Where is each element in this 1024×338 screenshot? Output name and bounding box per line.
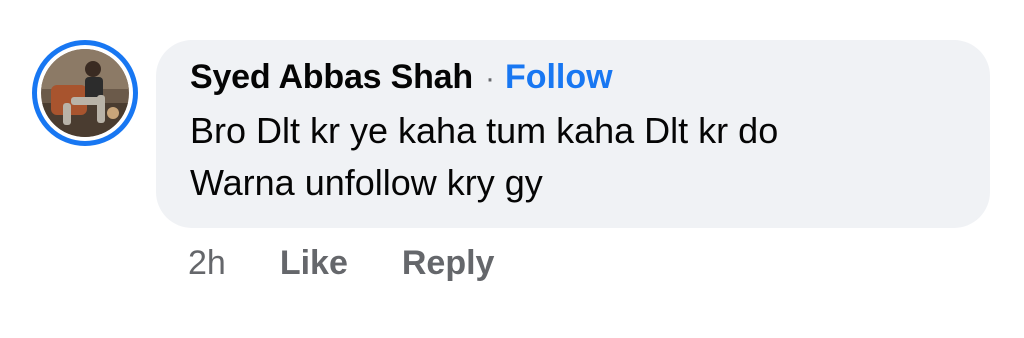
comment-text: Bro Dlt kr ye kaha tum kaha Dlt kr do Wa… bbox=[190, 110, 779, 203]
comment-header: Syed Abbas Shah · Follow bbox=[190, 58, 956, 97]
like-button[interactable]: Like bbox=[280, 244, 348, 283]
reply-button[interactable]: Reply bbox=[402, 244, 495, 283]
comment-bubble: Syed Abbas Shah · Follow Bro Dlt kr ye k… bbox=[156, 40, 990, 228]
profile-photo-icon bbox=[41, 49, 129, 137]
author-name[interactable]: Syed Abbas Shah bbox=[190, 58, 473, 97]
separator-dot: · bbox=[484, 62, 495, 95]
comment-item: Syed Abbas Shah · Follow Bro Dlt kr ye k… bbox=[0, 0, 1024, 338]
follow-button[interactable]: Follow bbox=[505, 58, 613, 97]
avatar[interactable] bbox=[32, 40, 138, 146]
comment-actions: 2h Like Reply bbox=[188, 244, 548, 283]
timestamp[interactable]: 2h bbox=[188, 244, 226, 283]
